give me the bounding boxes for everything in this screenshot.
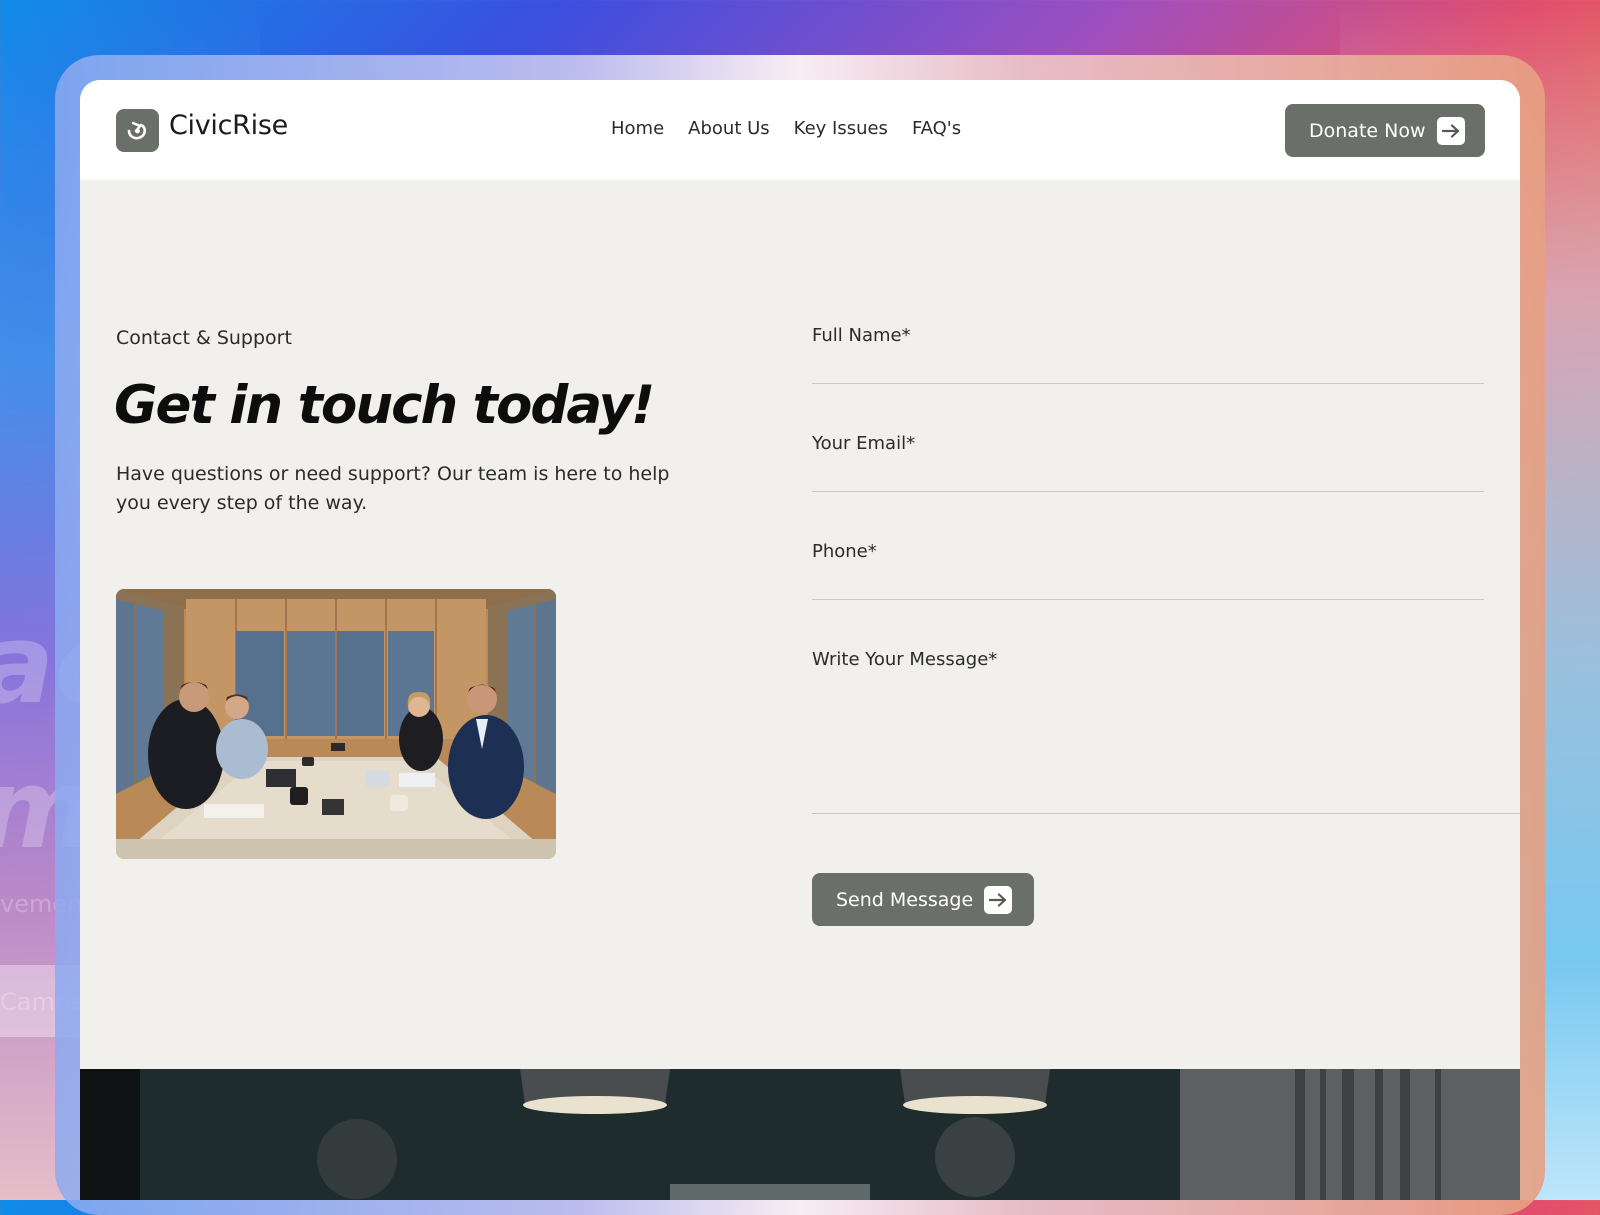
swirl-icon	[127, 121, 147, 140]
email-input[interactable]	[812, 454, 1484, 484]
logo[interactable]	[116, 109, 159, 152]
nav-menu: Home About Us Key Issues FAQ's	[611, 118, 961, 139]
nav-item-key-issues[interactable]: Key Issues	[794, 118, 888, 139]
phone-label: Phone*	[812, 541, 877, 562]
nav-item-faqs[interactable]: FAQ's	[912, 118, 961, 139]
webpage: CivicRise Home About Us Key Issues FAQ's…	[80, 80, 1520, 1200]
section-eyebrow: Contact & Support	[116, 327, 292, 349]
intro-text: Have questions or need support? Our team…	[116, 463, 670, 514]
send-message-label: Send Message	[836, 888, 974, 911]
send-message-button[interactable]: Send Message	[812, 873, 1034, 926]
donate-now-label: Donate Now	[1309, 119, 1426, 142]
brand-name[interactable]: CivicRise	[169, 110, 288, 141]
nav-item-home[interactable]: Home	[611, 118, 664, 139]
full-name-label: Full Name*	[812, 325, 911, 346]
footer-banner-image	[80, 1069, 1520, 1200]
email-field: Your Email*	[812, 433, 1484, 492]
full-name-field: Full Name*	[812, 325, 1484, 384]
arrow-right-icon	[984, 885, 1013, 914]
message-label: Write Your Message*	[812, 649, 998, 670]
message-textarea[interactable]	[812, 670, 1520, 800]
phone-input[interactable]	[812, 562, 1484, 592]
email-label: Your Email*	[812, 433, 916, 454]
full-name-input[interactable]	[812, 346, 1484, 376]
navbar: CivicRise Home About Us Key Issues FAQ's…	[80, 80, 1520, 180]
donate-now-button[interactable]: Donate Now	[1285, 104, 1485, 157]
page-headline: Get in touch today!	[114, 375, 655, 436]
meeting-photo	[116, 589, 556, 859]
nav-item-about-us[interactable]: About Us	[688, 118, 770, 139]
phone-field: Phone*	[812, 541, 1484, 600]
message-field: Write Your Message*	[812, 649, 1520, 814]
arrow-right-icon	[1436, 116, 1465, 145]
